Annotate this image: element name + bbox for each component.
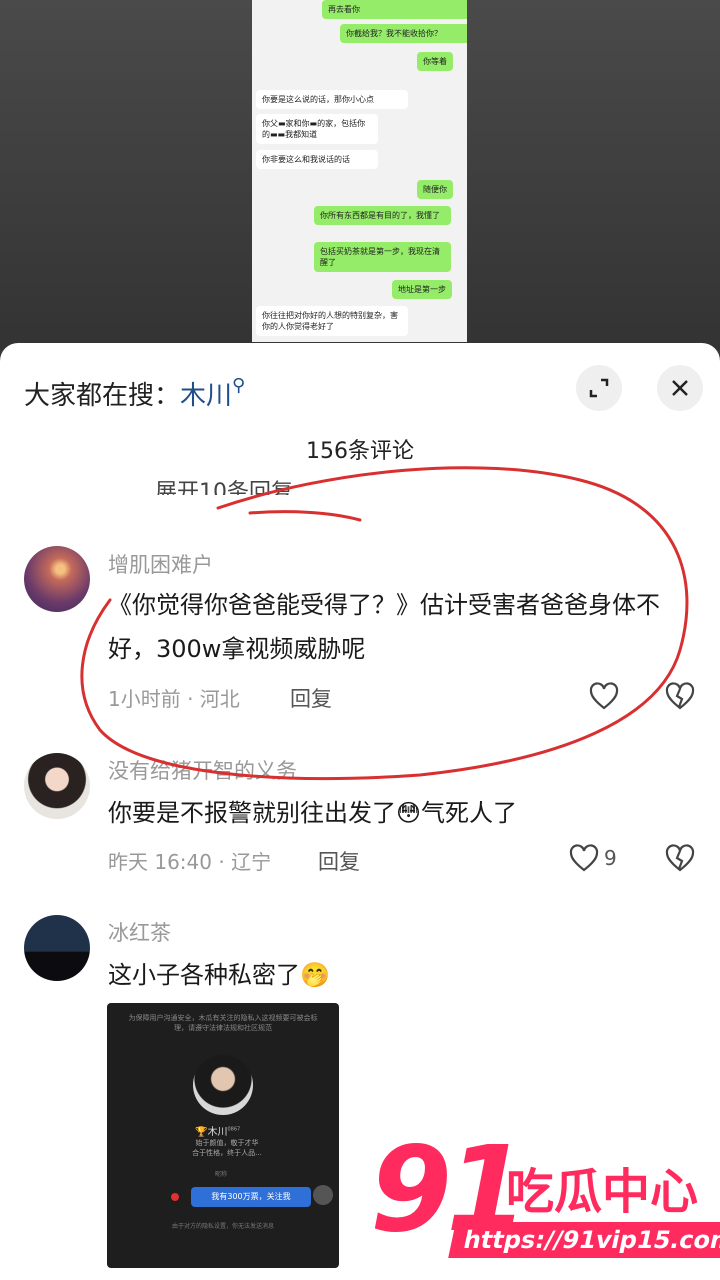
watermark-url: https://91vip15.com bbox=[448, 1222, 720, 1258]
watermark-title: 吃瓜中心 bbox=[506, 1164, 699, 1220]
site-watermark: 91 吃瓜中心 https://91vip15.com bbox=[370, 1120, 720, 1280]
highlight-circle bbox=[80, 466, 689, 781]
